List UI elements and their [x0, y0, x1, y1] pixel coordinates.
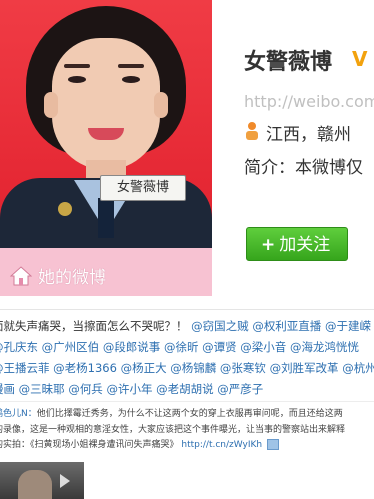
tweet-line: 面就失声痛哭，当擦面怎么不哭呢？！ @窃国之贼 @权利亚直播 @于建嵘: [0, 316, 374, 337]
tweet-divider: [0, 401, 374, 402]
photo-face: [52, 38, 160, 170]
photo-tie: [98, 198, 114, 238]
profile-location: 江西，赣州: [266, 125, 351, 145]
mention-link[interactable]: @杭州质: [342, 361, 374, 375]
repost-line: 的实拍：《扫黄现场小姐裸身遭讯问失声痛哭》 http://t.cn/zWyIKh: [0, 438, 374, 454]
mention-link[interactable]: @张寒钦: [220, 361, 266, 375]
mention-link[interactable]: @何兵: [68, 382, 103, 396]
mention-link[interactable]: @海龙鸿恍恍: [290, 340, 359, 354]
mention-link[interactable]: @老胡胡说: [156, 382, 214, 396]
video-thumbnail[interactable]: [0, 462, 84, 499]
her-weibo-link[interactable]: 她的微博: [38, 263, 106, 288]
mention-link[interactable]: @窃国之贼: [191, 319, 249, 333]
profile-url[interactable]: http://weibo.com: [244, 92, 374, 111]
follow-button-label: 加关注: [279, 235, 331, 255]
video-icon[interactable]: [266, 439, 279, 450]
short-link[interactable]: http://t.cn/zWyIKh: [181, 440, 262, 450]
photo-badge: [58, 202, 72, 216]
profile-bio: 简介：本微博仅: [244, 158, 363, 178]
mention-link[interactable]: @杨正大: [121, 361, 167, 375]
mention-link[interactable]: @徐昕: [164, 340, 199, 354]
mention-link[interactable]: @杨锦麟: [170, 361, 216, 375]
section-divider: [0, 309, 374, 310]
home-icon[interactable]: [10, 265, 32, 287]
photo-brow-left: [64, 64, 90, 68]
mention-link[interactable]: @段郎说事: [103, 340, 161, 354]
repost-author-link[interactable]: 鹤色儿N：: [0, 409, 37, 419]
tweet-line: @孔庆东 @广州区伯 @段郎说事 @徐昕 @谭贤 @梁小音 @海龙鸿恍恍: [0, 337, 374, 358]
profile-photo[interactable]: 女警薇博 她的微博: [0, 0, 212, 296]
photo-brow-right: [118, 64, 144, 68]
mention-link[interactable]: @权利亚直播: [252, 319, 321, 333]
mention-link[interactable]: @三昧耶: [19, 382, 65, 396]
repost-line: 的录像，这是一种观相的意淫女性，大家应该把这个事件曝光，让当事的警察站出来解释: [0, 423, 374, 439]
mention-link[interactable]: @谭贤: [202, 340, 237, 354]
follow-button[interactable]: + 加关注: [246, 227, 348, 261]
tweet-text-segment: 面就失声痛哭，当擦面怎么不哭呢？！: [0, 319, 188, 333]
profile-nickname[interactable]: 女警薇博: [244, 44, 332, 76]
mention-link[interactable]: @广州区伯: [42, 340, 100, 354]
photo-ear-left: [44, 92, 58, 118]
plus-icon: +: [261, 235, 276, 255]
tweet-line: 漫画 @三昧耶 @何兵 @许小年 @老胡胡说 @严彦子: [0, 379, 374, 400]
mention-link[interactable]: @梁小音: [240, 340, 286, 354]
photo-eye-left: [68, 76, 86, 83]
mention-link[interactable]: @孔庆东: [0, 340, 38, 354]
thumbnail-figure: [18, 470, 52, 499]
person-icon: [246, 122, 258, 140]
repost-line: 鹤色儿N：他们比擇霉迁秀务，为什么不让这两个女的穿上衣服再审问呢，而且还给这两: [0, 407, 374, 423]
tweet-text: 面就失声痛哭，当擦面怎么不哭呢？！ @窃国之贼 @权利亚直播 @于建嵘 @孔庆东…: [0, 316, 374, 400]
photo-eye-right: [122, 76, 140, 83]
mention-link[interactable]: @许小年: [106, 382, 152, 396]
repost-text-segment: 他们比擇霉迁秀务，为什么不让这两个女的穿上衣服再审问呢，而且还给这两: [36, 409, 343, 419]
repost-text-segment: 的实拍：《扫黄现场小姐裸身遭讯问失声痛哭》: [0, 440, 179, 450]
repost-text: 鹤色儿N：他们比擇霉迁秀务，为什么不让这两个女的穿上衣服再审问呢，而且还给这两 …: [0, 407, 374, 454]
photo-ear-right: [154, 92, 168, 118]
photo-name-tag: 女警薇博: [100, 175, 186, 201]
mention-link[interactable]: @严彦子: [217, 382, 263, 396]
mention-link[interactable]: @王播云菲: [0, 361, 50, 375]
play-icon: [60, 474, 70, 488]
mention-link[interactable]: @刘胜军改革: [270, 361, 339, 375]
tweet-line: @王播云菲 @老杨1366 @杨正大 @杨锦麟 @张寒钦 @刘胜军改革 @杭州质: [0, 358, 374, 379]
mention-link[interactable]: @于建嵘: [325, 319, 371, 333]
repost-text-segment: 的录像，这是一种观相的意淫女性，大家应该把这个事件曝光，让当事的警察站出来解释: [0, 424, 346, 435]
verified-icon: V: [352, 47, 368, 71]
mention-link[interactable]: @老杨1366: [53, 361, 117, 375]
mention-link[interactable]: 漫画: [0, 382, 15, 396]
